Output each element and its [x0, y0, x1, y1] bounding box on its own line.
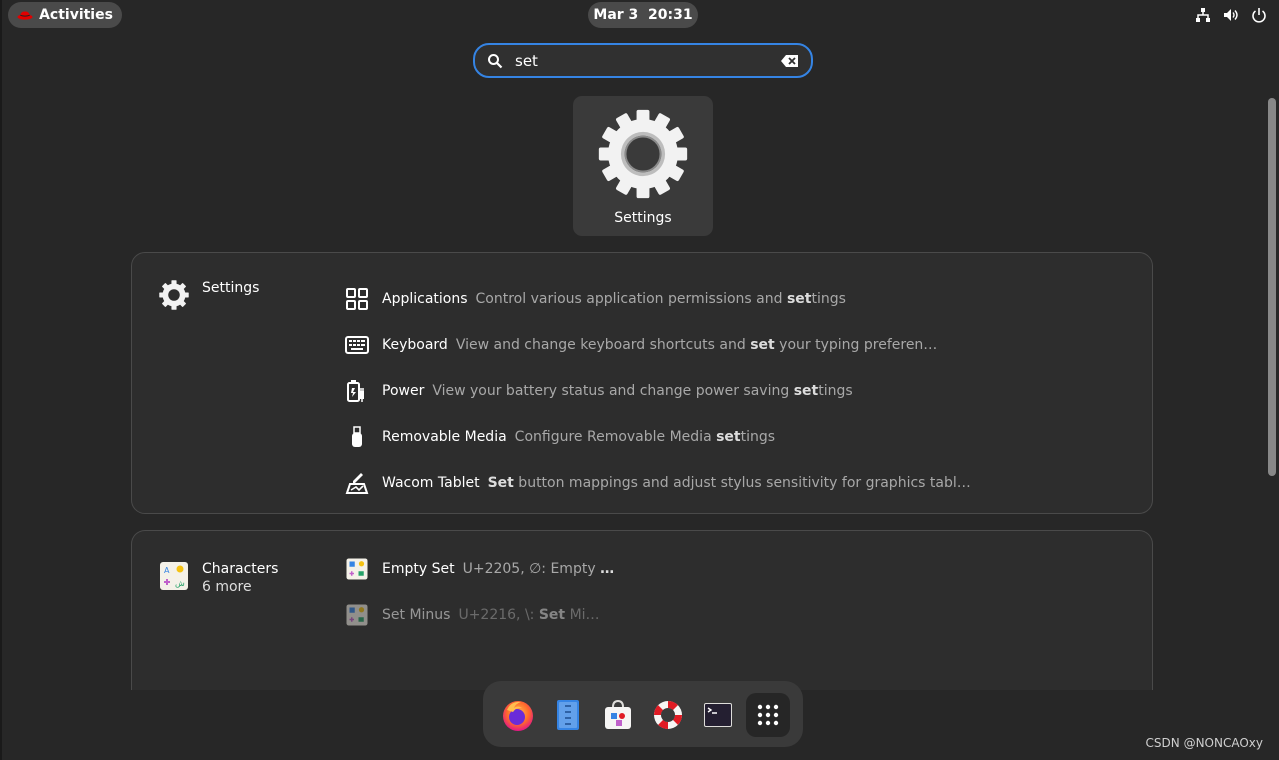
characters-app-icon: A ش [160, 562, 188, 590]
provider-name: Characters [202, 561, 279, 577]
provider-more-count: 6 more [202, 579, 252, 595]
dock-help[interactable] [646, 693, 690, 737]
result-description: Control various application permissions … [475, 291, 846, 307]
result-description: Set button mappings and adjust stylus se… [487, 475, 971, 491]
dock-terminal[interactable] [696, 693, 740, 737]
firefox-icon [503, 701, 533, 731]
results-scrollbar[interactable] [1268, 98, 1276, 476]
svg-text:A: A [164, 566, 170, 575]
clear-search-icon[interactable] [781, 54, 799, 68]
tablet-stylus-icon [345, 473, 369, 494]
search-input[interactable] [515, 51, 781, 70]
dock-software[interactable] [596, 693, 640, 737]
terminal-icon [704, 703, 732, 727]
result-title: Empty Set [382, 561, 455, 577]
volume-icon[interactable] [1223, 7, 1239, 23]
network-icon[interactable] [1195, 7, 1211, 23]
provider-header[interactable]: A ش Characters 6 more [158, 560, 278, 595]
software-store-icon [605, 699, 631, 729]
usb-drive-icon [352, 426, 362, 447]
dock-show-apps[interactable] [746, 693, 790, 737]
system-tray[interactable] [1195, 6, 1267, 24]
result-keyboard[interactable]: Keyboard View and change keyboard shortc… [344, 322, 971, 368]
dash-dock [483, 681, 803, 747]
gear-icon [598, 109, 688, 199]
result-set-minus[interactable]: Set Minus U+2216, \: Set Mi… [344, 592, 614, 638]
redhat-logo-icon [17, 11, 33, 20]
app-result-label: Settings [614, 210, 672, 226]
provider-header[interactable]: Settings [158, 279, 259, 311]
characters-app-icon [346, 558, 368, 580]
watermark: CSDN @NONCAOxy [1145, 736, 1263, 750]
result-title: Applications [382, 291, 468, 307]
applications-grid-icon [346, 288, 368, 310]
show-apps-icon [757, 704, 779, 726]
characters-results-list: Empty Set U+2205, ∅: Empty … Set Minus U… [344, 546, 614, 638]
result-title: Removable Media [382, 429, 507, 445]
result-wacom-tablet[interactable]: Wacom Tablet Set button mappings and adj… [344, 460, 971, 506]
help-icon [654, 701, 682, 729]
search-icon [488, 53, 503, 68]
result-description: U+2205, ∅: Empty … [462, 561, 615, 577]
dock-firefox[interactable] [496, 693, 540, 737]
settings-results-list: Applications Control various application… [344, 276, 971, 506]
top-bar: Activities Mar 3 20:31 [2, 0, 1279, 30]
power-icon[interactable] [1251, 7, 1267, 23]
text-editor-icon [557, 700, 579, 730]
search-provider-settings: Settings Applications Control various ap… [131, 252, 1153, 514]
characters-app-icon [346, 604, 368, 626]
clock-button[interactable]: Mar 3 20:31 [588, 2, 698, 28]
gear-icon [159, 280, 189, 310]
app-result-settings[interactable]: Settings [573, 96, 713, 236]
keyboard-icon [345, 336, 369, 354]
result-title: Power [382, 383, 425, 399]
result-removable-media[interactable]: Removable Media Configure Removable Medi… [344, 414, 971, 460]
result-description: View your battery status and change powe… [432, 383, 853, 399]
svg-text:ش: ش [175, 579, 185, 588]
activities-label: Activities [39, 7, 113, 23]
result-description: Configure Removable Media settings [514, 429, 776, 445]
provider-name: Settings [202, 280, 260, 296]
result-empty-set[interactable]: Empty Set U+2205, ∅: Empty … [344, 546, 614, 592]
desktop-overview: Activities Mar 3 20:31 set Settings Sett… [0, 0, 1279, 760]
result-applications[interactable]: Applications Control various application… [344, 276, 971, 322]
result-power[interactable]: Power View your battery status and chang… [344, 368, 971, 414]
search-entry[interactable] [473, 43, 813, 78]
activities-button[interactable]: Activities [8, 2, 122, 28]
search-provider-characters: A ش Characters 6 more Empty Set U+2205, … [131, 530, 1153, 690]
dock-text-editor[interactable] [546, 693, 590, 737]
result-title: Set Minus [382, 607, 451, 623]
result-title: Keyboard [382, 337, 448, 353]
battery-plug-icon [347, 380, 364, 402]
result-description: U+2216, \: Set Mi… [458, 607, 600, 623]
result-description: View and change keyboard shortcuts and s… [455, 337, 938, 353]
result-title: Wacom Tablet [382, 475, 480, 491]
